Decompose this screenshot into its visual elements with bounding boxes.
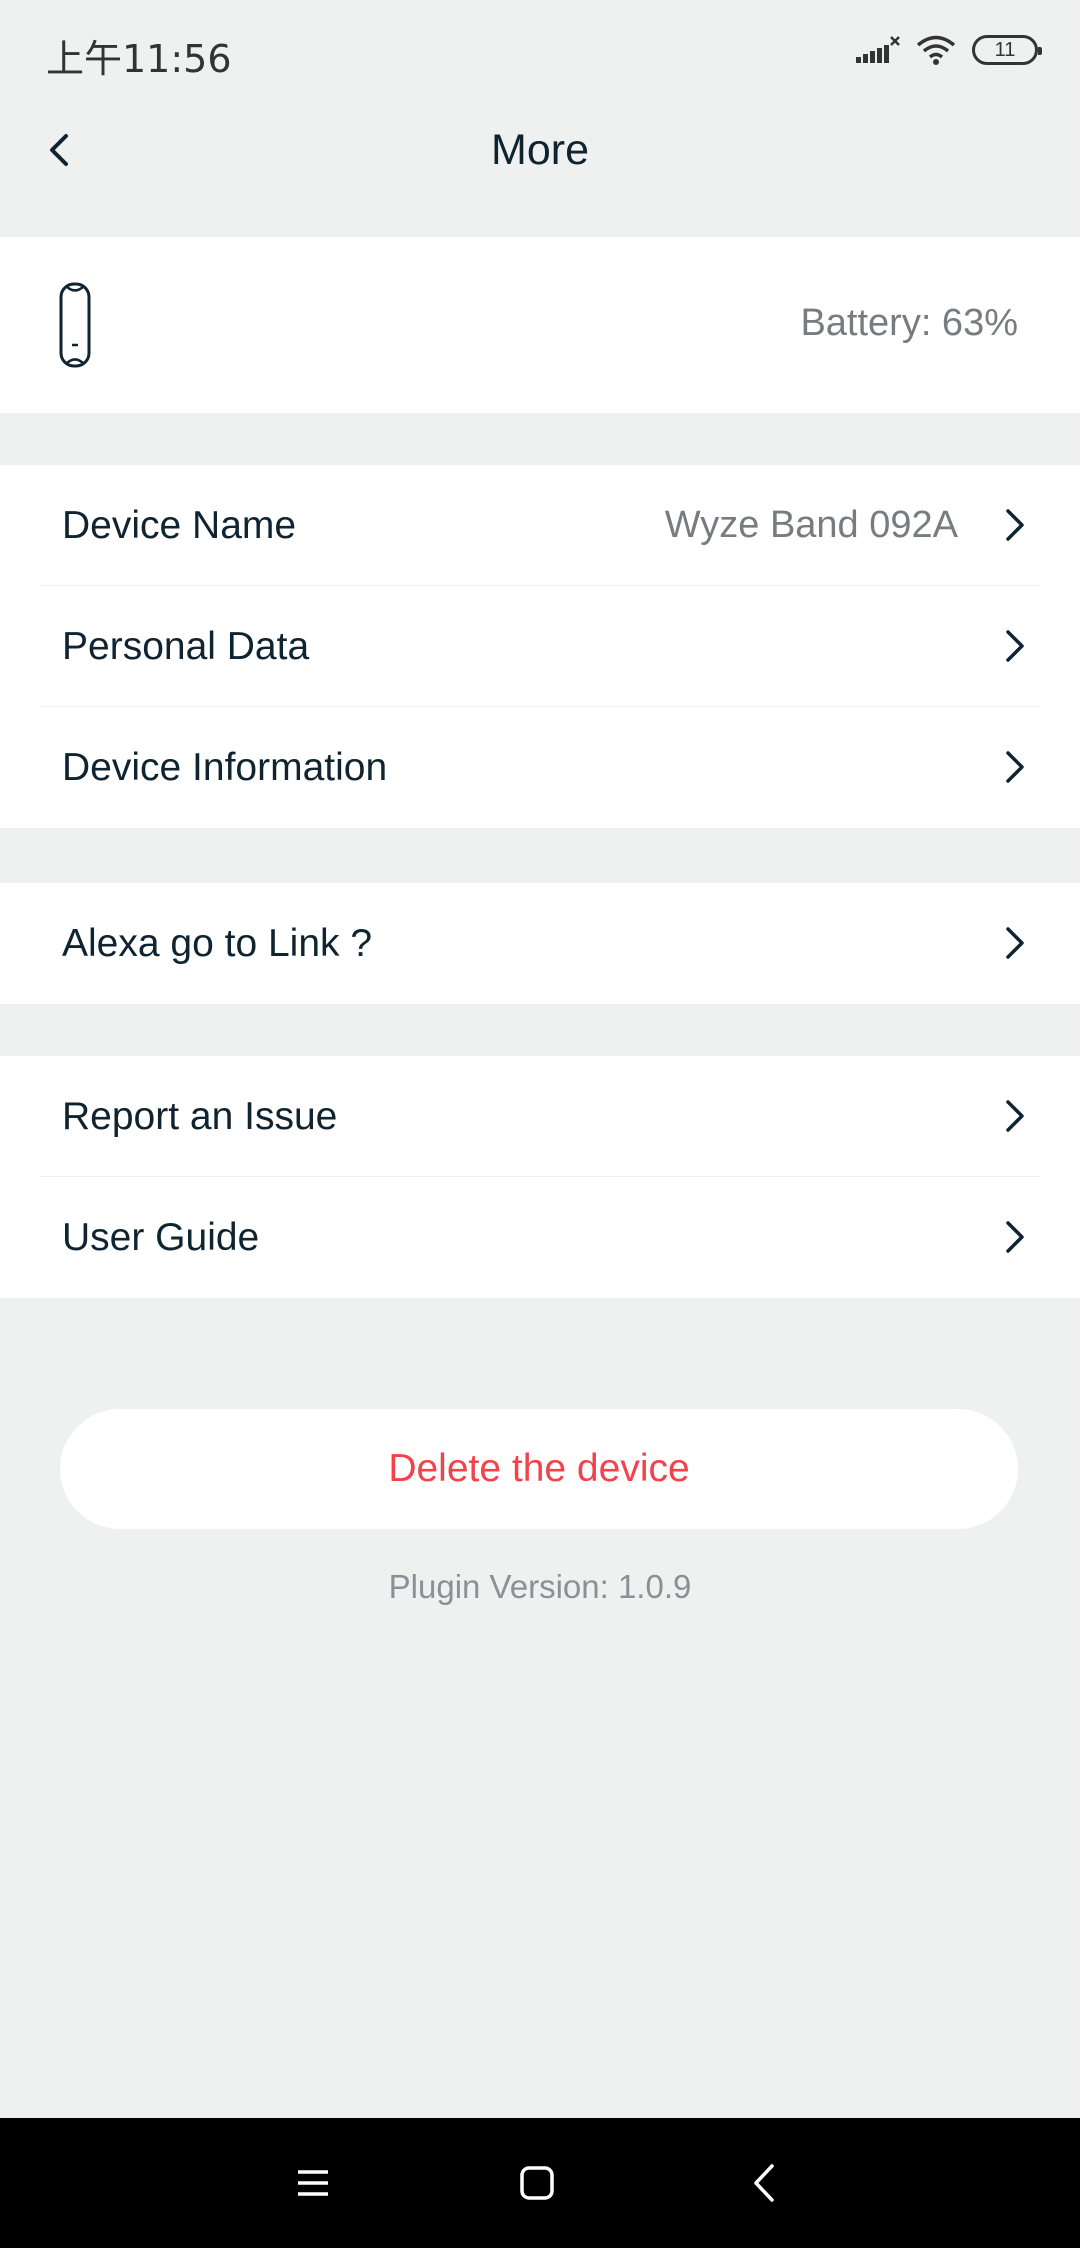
menu-icon[interactable] bbox=[290, 2160, 336, 2206]
chevron-right-icon bbox=[1006, 630, 1024, 662]
chevron-right-icon bbox=[1006, 751, 1024, 783]
personal-data-row[interactable]: Personal Data bbox=[0, 586, 1080, 707]
report-issue-row[interactable]: Report an Issue bbox=[0, 1056, 1080, 1177]
device-name-value: Wyze Band 092A bbox=[664, 504, 958, 546]
wifi-icon bbox=[916, 35, 956, 65]
chevron-right-icon bbox=[1006, 509, 1024, 541]
settings-group-alexa: Alexa go to Link ? bbox=[0, 883, 1080, 1004]
device-information-label: Device Information bbox=[62, 745, 388, 789]
user-guide-label: User Guide bbox=[62, 1215, 260, 1259]
device-information-row[interactable]: Device Information bbox=[0, 707, 1080, 828]
chevron-right-icon bbox=[1006, 1221, 1024, 1253]
report-issue-label: Report an Issue bbox=[62, 1094, 338, 1138]
header: More bbox=[0, 100, 1080, 236]
device-name-row[interactable]: Device Name Wyze Band 092A bbox=[0, 465, 1080, 586]
battery-icon: 11 bbox=[972, 35, 1042, 65]
plugin-version: Plugin Version: 1.0.9 bbox=[388, 1568, 692, 1605]
settings-group-support: Report an Issue User Guide bbox=[0, 1056, 1080, 1298]
battery-status: Battery: 63% bbox=[800, 302, 1018, 344]
alexa-link-row[interactable]: Alexa go to Link ? bbox=[0, 883, 1080, 1004]
signal-icon bbox=[856, 36, 900, 63]
alexa-link-label: Alexa go to Link ? bbox=[62, 921, 373, 965]
band-icon bbox=[59, 282, 91, 368]
chevron-right-icon bbox=[1006, 927, 1024, 959]
status-time: 上午11:56 bbox=[46, 37, 232, 81]
personal-data-label: Personal Data bbox=[62, 624, 310, 668]
delete-device-button[interactable]: Delete the device bbox=[60, 1409, 1018, 1529]
device-card: Battery: 63% bbox=[0, 237, 1080, 413]
status-icons: 11 bbox=[856, 30, 1042, 70]
battery-level: 11 bbox=[994, 38, 1016, 61]
device-name-label: Device Name bbox=[62, 503, 297, 547]
system-nav-bar bbox=[0, 2118, 1080, 2248]
chevron-right-icon bbox=[1006, 1100, 1024, 1132]
back-icon[interactable] bbox=[742, 2160, 788, 2206]
home-icon[interactable] bbox=[514, 2160, 560, 2206]
status-bar: 上午11:56 11 bbox=[0, 0, 1080, 100]
page-title: More bbox=[491, 126, 589, 174]
user-guide-row[interactable]: User Guide bbox=[0, 1177, 1080, 1298]
settings-group-device: Device Name Wyze Band 092A Personal Data… bbox=[0, 465, 1080, 828]
